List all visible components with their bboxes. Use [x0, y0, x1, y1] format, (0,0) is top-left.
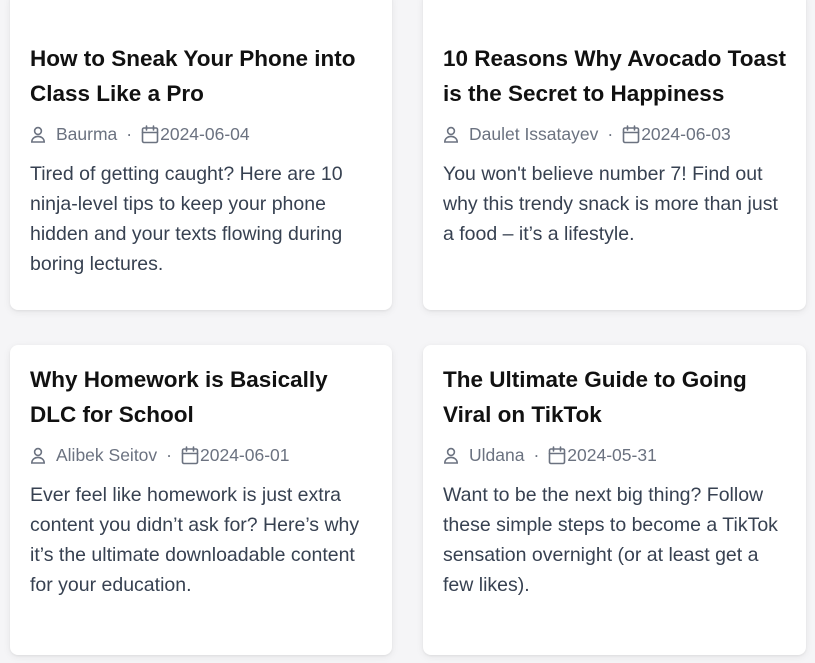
- user-icon: [30, 126, 46, 143]
- post-card[interactable]: 10 Reasons Why Avocado Toast is the Secr…: [423, 0, 806, 310]
- post-excerpt: Ever feel like homework is just extra co…: [30, 484, 360, 596]
- post-title[interactable]: The Ultimate Guide to Going Viral on Tik…: [443, 362, 786, 432]
- meta-separator: ·: [533, 444, 540, 465]
- post-title[interactable]: How to Sneak Your Phone into Class Like …: [30, 41, 372, 111]
- post-author: Alibek Seitov: [56, 444, 158, 465]
- post-excerpt: You won't believe number 7! Find out why…: [443, 163, 778, 245]
- post-meta: Alibek Seitov · 2024-06-01: [30, 442, 372, 468]
- calendar-icon: [141, 124, 159, 144]
- post-author: Daulet Issatayev: [469, 123, 599, 144]
- post-date: 2024-06-04: [160, 123, 250, 144]
- post-title[interactable]: 10 Reasons Why Avocado Toast is the Secr…: [443, 41, 786, 111]
- meta-separator: ·: [607, 123, 614, 144]
- post-card[interactable]: The Ultimate Guide to Going Viral on Tik…: [423, 345, 806, 655]
- post-excerpt: Tired of getting caught? Here are 10 nin…: [30, 163, 343, 275]
- calendar-icon: [548, 445, 566, 465]
- post-meta: Uldana · 2024-05-31: [443, 442, 786, 468]
- post-card[interactable]: How to Sneak Your Phone into Class Like …: [10, 0, 392, 310]
- post-date: 2024-06-01: [200, 444, 290, 465]
- post-excerpt: Want to be the next big thing? Follow th…: [443, 484, 778, 596]
- meta-separator: ·: [126, 123, 133, 144]
- calendar-icon: [622, 124, 640, 144]
- post-author: Baurma: [56, 123, 118, 144]
- meta-separator: ·: [166, 444, 172, 465]
- post-author: Uldana: [469, 444, 525, 465]
- post-date: 2024-06-03: [641, 123, 731, 144]
- user-icon: [30, 447, 46, 464]
- calendar-icon: [181, 445, 199, 465]
- post-meta: Daulet Issatayev · 2024-06-03: [443, 121, 786, 147]
- post-date: 2024-05-31: [567, 444, 657, 465]
- post-card[interactable]: Why Homework is Basically DLC for School…: [10, 345, 392, 655]
- post-title[interactable]: Why Homework is Basically DLC for School: [30, 362, 372, 432]
- user-icon: [443, 126, 459, 143]
- user-icon: [443, 447, 459, 464]
- post-meta: Baurma · 2024-06-04: [30, 121, 372, 147]
